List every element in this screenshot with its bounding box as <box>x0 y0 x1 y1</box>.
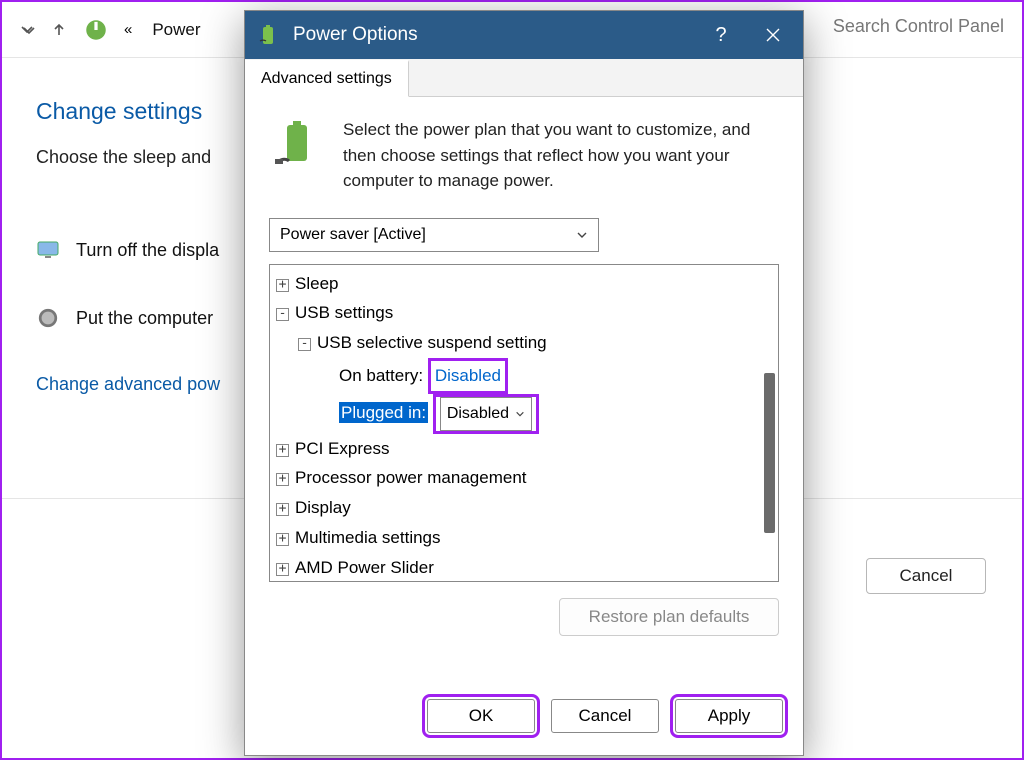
plan-icon <box>269 117 325 173</box>
power-options-dialog: Power Options ? Advanced settings Select… <box>244 10 804 756</box>
expand-icon[interactable]: + <box>276 279 289 292</box>
dialog-content: Select the power plan that you want to c… <box>245 97 803 683</box>
cancel-button[interactable]: Cancel <box>551 699 659 733</box>
expand-icon[interactable]: + <box>276 444 289 457</box>
expand-icon[interactable]: + <box>276 503 289 516</box>
search-placeholder[interactable]: Search Control Panel <box>833 16 1004 37</box>
close-button[interactable] <box>753 11 793 59</box>
battery-icon <box>255 22 281 48</box>
on-battery-value[interactable]: Disabled <box>435 366 501 385</box>
collapse-icon[interactable]: - <box>298 338 311 351</box>
chevron-down-icon <box>515 409 525 419</box>
dialog-description: Select the power plan that you want to c… <box>343 117 779 194</box>
monitor-icon <box>36 238 60 262</box>
tree-node-pci[interactable]: +PCI Express <box>276 434 772 464</box>
tree-node-plugged-in[interactable]: Plugged in: Disabled <box>276 394 772 434</box>
collapse-icon[interactable]: - <box>276 308 289 321</box>
power-icon <box>82 16 110 44</box>
row-label: Put the computer <box>76 308 213 329</box>
breadcrumb[interactable]: Power <box>152 20 200 40</box>
plan-select-value: Power saver [Active] <box>280 226 426 244</box>
help-button[interactable]: ? <box>701 11 741 59</box>
plan-select[interactable]: Power saver [Active] <box>269 218 599 252</box>
plugged-in-select[interactable]: Disabled <box>440 397 532 431</box>
tree-node-sleep[interactable]: +Sleep <box>276 269 772 299</box>
tree-node-amd[interactable]: +AMD Power Slider <box>276 553 772 582</box>
dialog-footer: OK Cancel Apply <box>245 683 803 755</box>
tree-node-processor[interactable]: +Processor power management <box>276 463 772 493</box>
nav-up-icon[interactable] <box>50 21 68 39</box>
ok-button[interactable]: OK <box>427 699 535 733</box>
settings-tree[interactable]: +Sleep -USB settings -USB selective susp… <box>269 264 779 582</box>
dialog-title: Power Options <box>293 24 418 46</box>
row-label: Turn off the displa <box>76 240 219 261</box>
scrollbar-thumb[interactable] <box>764 373 775 533</box>
nav-back-icon[interactable] <box>18 21 36 39</box>
tabs: Advanced settings <box>245 59 803 97</box>
breadcrumb-sep: « <box>124 21 132 38</box>
plugged-in-label: Plugged in: <box>339 402 428 423</box>
restore-defaults-button[interactable]: Restore plan defaults <box>559 598 779 636</box>
expand-icon[interactable]: + <box>276 563 289 576</box>
sleep-icon <box>36 306 60 330</box>
tree-node-usb[interactable]: -USB settings <box>276 298 772 328</box>
apply-button[interactable]: Apply <box>675 699 783 733</box>
expand-icon[interactable]: + <box>276 473 289 486</box>
tree-node-usb-selective[interactable]: -USB selective suspend setting <box>276 328 772 358</box>
tab-advanced-settings[interactable]: Advanced settings <box>245 60 409 97</box>
tree-node-display[interactable]: +Display <box>276 493 772 523</box>
expand-icon[interactable]: + <box>276 533 289 546</box>
dialog-titlebar[interactable]: Power Options ? <box>245 11 803 59</box>
chevron-down-icon <box>576 229 588 241</box>
on-battery-label: On battery: <box>339 366 423 385</box>
tree-node-multimedia[interactable]: +Multimedia settings <box>276 523 772 553</box>
tree-node-on-battery[interactable]: On battery: Disabled <box>276 358 772 394</box>
bg-cancel-button[interactable]: Cancel <box>866 558 986 594</box>
